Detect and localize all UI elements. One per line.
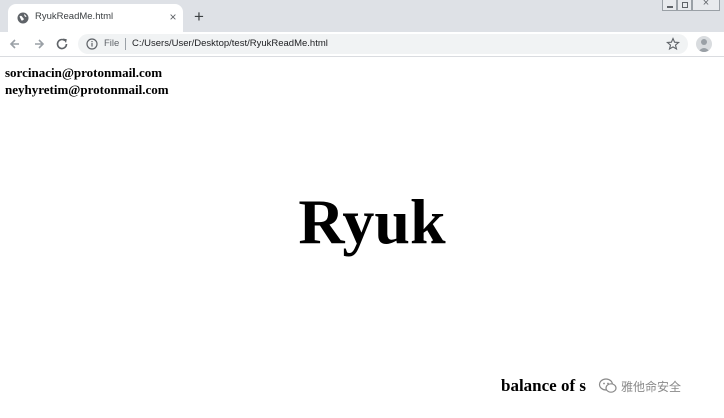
omnibox-divider [125,38,126,50]
contact-email-2: neyhyretim@protonmail.com [5,82,169,97]
watermark-text: 雅他命安全 [621,379,682,394]
globe-icon [17,12,29,24]
back-arrow-icon[interactable] [6,35,24,53]
file-scheme-label: File [104,38,120,49]
url-text[interactable]: C:/Users/User/Desktop/test/RyukReadMe.ht… [132,38,328,49]
wechat-logo-icon [598,378,617,393]
minimize-icon[interactable] [662,0,677,11]
page-content: sorcinacin@protonmail.com neyhyretim@pro… [0,57,724,418]
watermark: 雅他命安全 [594,375,688,397]
profile-avatar-icon[interactable] [696,36,712,52]
ransom-headline: Ryuk [298,186,446,257]
new-tab-button[interactable]: + [190,8,208,26]
maximize-icon[interactable] [677,0,692,11]
person-icon [698,39,710,52]
tab-title: RyukReadMe.html [35,11,114,22]
star-icon[interactable] [666,37,680,51]
address-bar[interactable]: File C:/Users/User/Desktop/test/RyukRead… [78,34,688,54]
reload-icon[interactable] [53,35,71,53]
browser-tab[interactable]: RyukReadMe.html × [8,4,183,32]
balance-text: balance of s [501,376,586,395]
tab-strip: RyukReadMe.html × + [0,0,724,32]
contact-email-1: sorcinacin@protonmail.com [5,65,163,80]
info-icon[interactable] [86,38,98,50]
browser-toolbar: File C:/Users/User/Desktop/test/RyukRead… [0,32,724,57]
forward-arrow-icon[interactable] [30,35,48,53]
window-close-icon[interactable] [692,0,720,11]
window-controls [662,0,720,14]
tab-close-icon[interactable]: × [166,10,180,24]
